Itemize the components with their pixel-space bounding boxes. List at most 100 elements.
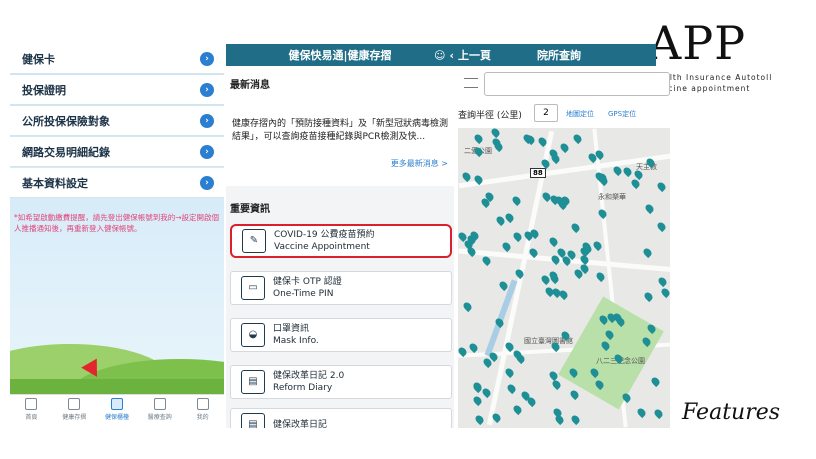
clinic-pin-icon[interactable]	[511, 403, 524, 416]
clinic-pin-icon[interactable]	[558, 141, 571, 154]
header-title: 院所查詢	[537, 49, 582, 62]
header-title: 健保快易通|健康存摺	[288, 49, 392, 62]
chevron-right-icon: ›	[200, 52, 214, 66]
clinic-pin-icon[interactable]	[489, 128, 502, 139]
tab-label: 我的	[196, 414, 209, 421]
clinic-pin-icon[interactable]	[553, 413, 566, 426]
card-icon: ▭	[241, 276, 265, 300]
clinic-pin-icon[interactable]	[655, 220, 668, 233]
card-title: 健保改革日記 2.0	[273, 371, 345, 381]
clinic-pin-icon[interactable]	[460, 170, 473, 183]
clinic-pin-icon[interactable]	[649, 375, 662, 388]
menu-label: 公所投保保險對象	[22, 114, 110, 128]
back-chevron-icon[interactable]: ‹	[449, 49, 454, 62]
clinic-pin-icon[interactable]	[480, 386, 493, 399]
clinic-search-screen: 查詢半徑 (公里) 2 地圖定位 GPS定位 二愛公園 天主教 永和樂華 國立臺…	[456, 66, 670, 428]
back-button[interactable]: 上一頁	[458, 47, 491, 63]
clinic-pin-icon[interactable]	[568, 388, 581, 401]
clinic-pin-icon[interactable]	[503, 211, 516, 224]
clinic-pin-icon[interactable]	[510, 194, 523, 207]
reform-diary-2-card[interactable]: ▤ 健保改革日記 2.0 Reform Diary	[230, 365, 452, 399]
chat-icon[interactable]: ☺	[434, 49, 445, 62]
menu-item-basic-settings[interactable]: 基本資料設定 ›	[10, 168, 224, 198]
user-icon	[196, 398, 209, 410]
clinic-map[interactable]: 二愛公園 天主教 永和樂華 國立臺灣圖書館 八二三紀念公園 88	[458, 128, 670, 428]
latest-news-label: 最新消息	[230, 80, 270, 91]
clinic-pin-icon[interactable]	[611, 164, 624, 177]
diary-icon: ▤	[241, 370, 265, 394]
map-locate-button[interactable]: 地圖定位	[566, 109, 594, 119]
radius-input[interactable]: 2	[534, 104, 558, 122]
more-news-link[interactable]: 更多最新消息 >	[391, 158, 448, 169]
menu-label: 網路交易明細紀錄	[22, 145, 110, 159]
features-caption: Features	[682, 400, 781, 425]
chevron-right-icon: ›	[200, 176, 214, 190]
important-info-label: 重要資訊	[230, 204, 270, 215]
tab-mine[interactable]: 我的	[181, 395, 224, 428]
tab-counter[interactable]: 健保櫃檯	[96, 395, 139, 428]
clinic-pin-icon[interactable]	[655, 180, 668, 193]
menu-item-insurance-proof[interactable]: 投保證明 ›	[10, 75, 224, 105]
brand-subtitle-1: Health Insurance Autotoll	[652, 73, 773, 82]
mask-info-card[interactable]: ◒ 口罩資訊 Mask Info.	[230, 318, 452, 352]
tab-home[interactable]: 首頁	[10, 395, 53, 428]
clinic-pin-icon[interactable]	[471, 394, 484, 407]
filter-icon[interactable]	[464, 78, 478, 88]
tab-medical-query[interactable]: 醫療查詢	[138, 395, 181, 428]
clinic-pin-icon[interactable]	[635, 406, 648, 419]
diary-icon: ▤	[241, 413, 265, 428]
menu-label: 投保證明	[22, 83, 66, 97]
clinic-pin-icon[interactable]	[480, 254, 493, 267]
clinic-pin-icon[interactable]	[550, 378, 563, 391]
clinic-pin-icon[interactable]	[503, 366, 516, 379]
clinic-pin-icon[interactable]	[621, 165, 634, 178]
otp-card[interactable]: ▭ 健保卡 OTP 認證 One-Time PIN	[230, 271, 452, 305]
clinic-pin-icon[interactable]	[500, 240, 513, 253]
reform-diary-card[interactable]: ▤ 健保改革日記	[230, 408, 452, 428]
clinic-pin-icon[interactable]	[472, 132, 485, 145]
menu-item-transaction-records[interactable]: 網路交易明細紀錄 ›	[10, 137, 224, 167]
clinic-pin-icon[interactable]	[547, 235, 560, 248]
card-title: 健保卡 OTP 認證	[273, 277, 342, 287]
card-title: 口罩資訊	[273, 324, 310, 334]
clinic-search-header: ☺ ‹ 上一頁 院所查詢	[426, 44, 656, 66]
card-subtitle: Vaccine Appointment	[274, 242, 370, 252]
tab-health-passbook[interactable]: 健康存摺	[53, 395, 96, 428]
card-title: COVID-19 公費疫苗預約	[274, 230, 375, 240]
menu-item-district-insured[interactable]: 公所投保保險對象 ›	[10, 106, 224, 136]
notice-text: *如希望啟動繳費提醒，請先登出健保帳號到我的→設定開啟個人推播通知後，再重新登入…	[14, 213, 220, 233]
menu-item-nhi-card[interactable]: 健保卡 ›	[10, 44, 224, 74]
bottom-tab-bar: 首頁 健康存摺 健保櫃檯 醫療查詢 我的	[10, 394, 224, 428]
vaccine-icon: ✎	[242, 229, 266, 253]
clinic-pin-icon[interactable]	[511, 230, 524, 243]
card-title: 健保改革日記	[273, 420, 328, 428]
clinic-pin-icon[interactable]	[461, 300, 474, 313]
clinic-pin-icon[interactable]	[467, 341, 480, 354]
chevron-right-icon: ›	[200, 114, 214, 128]
clinic-pin-icon[interactable]	[643, 202, 656, 215]
passbook-icon	[68, 398, 81, 410]
gps-locate-button[interactable]: GPS定位	[608, 109, 636, 119]
clinic-pin-icon[interactable]	[656, 275, 669, 288]
map-label: 永和樂華	[598, 193, 626, 201]
menu-label: 基本資料設定	[22, 176, 88, 190]
mask-icon: ◒	[241, 323, 265, 347]
clinic-pin-icon[interactable]	[594, 270, 607, 283]
clinic-pin-icon[interactable]	[473, 413, 486, 426]
clinic-pin-icon[interactable]	[596, 207, 609, 220]
clinic-pin-icon[interactable]	[591, 239, 604, 252]
clinic-pin-icon[interactable]	[569, 221, 582, 234]
clinic-pin-icon[interactable]	[642, 290, 655, 303]
clinic-pin-icon[interactable]	[571, 132, 584, 145]
search-input[interactable]	[484, 72, 670, 96]
card-subtitle: Mask Info.	[273, 336, 319, 346]
clinic-pin-icon[interactable]	[652, 407, 665, 420]
clinic-pin-icon[interactable]	[505, 382, 518, 395]
news-text[interactable]: 健康存摺內的「預防接種資料」及「新型冠狀病毒檢測結果」，可以查詢疫苗接種紀錄與P…	[232, 118, 450, 144]
clinic-pin-icon[interactable]	[659, 286, 670, 299]
clinic-pin-icon[interactable]	[641, 246, 654, 259]
clinic-pin-icon[interactable]	[569, 413, 582, 426]
map-count-badge[interactable]: 88	[530, 168, 546, 178]
vaccine-appointment-card[interactable]: ✎ COVID-19 公費疫苗預約 Vaccine Appointment	[230, 224, 452, 258]
counter-icon	[110, 398, 123, 410]
